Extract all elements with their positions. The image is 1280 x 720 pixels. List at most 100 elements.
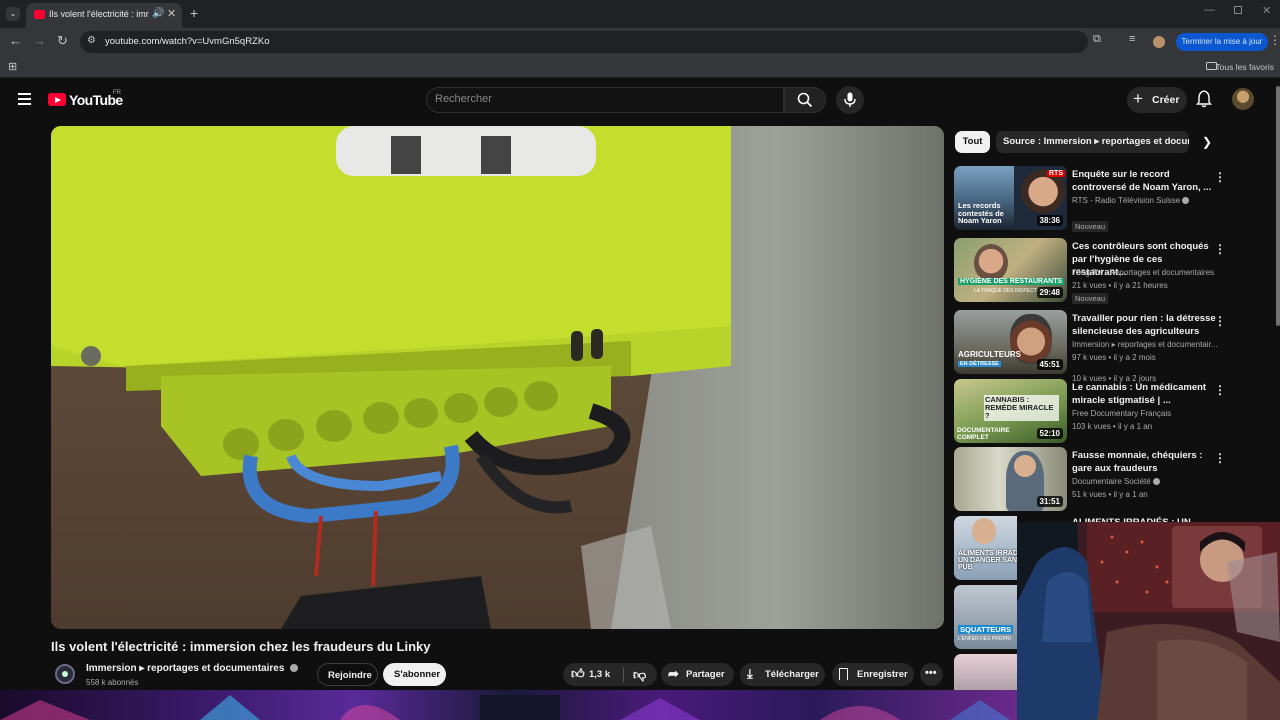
- window-close-icon[interactable]: ✕: [1262, 4, 1271, 17]
- extensions-icon[interactable]: ⧉: [1093, 33, 1101, 46]
- reload-icon[interactable]: ↻: [57, 33, 68, 49]
- profile-avatar[interactable]: [1153, 36, 1165, 48]
- hamburger-menu-icon[interactable]: [18, 93, 31, 105]
- more-options-icon[interactable]: ⋮: [1214, 170, 1226, 184]
- thumb-subtext: DOCUMENTAIRE COMPLET: [957, 427, 1010, 441]
- tab-title: Ils volent l'électricité : imme: [49, 9, 149, 19]
- menu-kebab-icon[interactable]: ⋮: [1269, 33, 1280, 47]
- recommendation-channel[interactable]: Immersion ▸ reportages et documentair...: [1072, 340, 1227, 349]
- create-label: Créer: [1152, 94, 1180, 106]
- more-options-icon[interactable]: ⋮: [1214, 383, 1226, 397]
- subscribe-label: S'abonner: [394, 669, 441, 680]
- new-badge: Nouveau: [1072, 221, 1109, 232]
- duration-badge: 45:51: [1036, 359, 1063, 370]
- recommendation-channel[interactable]: RTS - Radio Télévision Suisse: [1072, 196, 1227, 205]
- chips-next-icon[interactable]: ❯: [1202, 135, 1212, 149]
- video-thumbnail[interactable]: RTS Les records contestés de Noam Yaron …: [954, 166, 1067, 230]
- back-icon[interactable]: ←: [9, 33, 22, 48]
- like-divider: [623, 667, 624, 682]
- tab-close-icon[interactable]: ✕: [167, 7, 176, 20]
- account-avatar[interactable]: [1232, 88, 1254, 110]
- thumb-subtext: EN DÉTRESSE: [958, 361, 1001, 367]
- recommendation-title[interactable]: Fausse monnaie, chéquiers : gare aux fra…: [1072, 449, 1217, 475]
- thumb-subtext: L'ENFER DES PROPRI: [958, 636, 1011, 642]
- address-bar[interactable]: ⚙ youtube.com/watch?v=UvmGn5qRZKo: [80, 31, 1088, 53]
- video-thumbnail[interactable]: 31:51: [954, 447, 1067, 511]
- recommendation-meta: 21 k vues • il y a 21 heures: [1072, 281, 1168, 290]
- recommendation-channel[interactable]: Free Documentary Français: [1072, 409, 1227, 418]
- video-thumbnail[interactable]: AGRICULTEURS EN DÉTRESSE 45:51: [954, 310, 1067, 374]
- channel-avatar[interactable]: [55, 664, 75, 684]
- recommendation-title[interactable]: Le cannabis : Un médicament miracle stig…: [1072, 381, 1217, 407]
- sidebar-scrollbar[interactable]: [1276, 86, 1280, 326]
- video-thumbnail[interactable]: [954, 654, 1017, 690]
- save-button[interactable]: Enregistrer: [832, 663, 914, 686]
- recommendation-item[interactable]: 31:51 Fausse monnaie, chéquiers : gare a…: [954, 447, 1274, 511]
- recommendation-item[interactable]: CANNABIS : REMÈDE MIRACLE ? DOCUMENTAIRE…: [954, 379, 1274, 443]
- recommendation-item[interactable]: RTS Les records contestés de Noam Yaron …: [954, 166, 1274, 383]
- voice-search-button[interactable]: [836, 86, 864, 114]
- search-input[interactable]: [435, 93, 765, 105]
- share-icon: ➦: [668, 666, 679, 681]
- notifications-bell-icon[interactable]: [1196, 90, 1212, 108]
- region-code: FR: [113, 90, 121, 96]
- youtube-logo-icon[interactable]: [48, 93, 66, 106]
- minimize-icon[interactable]: —: [1204, 4, 1215, 16]
- download-button[interactable]: ⤓ Télécharger: [740, 663, 825, 686]
- reading-list-icon[interactable]: ≡: [1129, 33, 1135, 45]
- recommendation-meta: 51 k vues • il y a 1 an: [1072, 490, 1148, 499]
- video-thumbnail[interactable]: ALIMENTS IRRADIÉS UN DANGER SANTÉ PUB: [954, 516, 1017, 580]
- audio-playing-icon[interactable]: 🔊: [152, 8, 164, 19]
- site-info-icon[interactable]: ⚙: [87, 35, 96, 46]
- all-bookmarks-label[interactable]: Tous les favoris: [1215, 62, 1274, 72]
- new-tab-icon[interactable]: +: [190, 5, 198, 21]
- webcam-overlay: [1017, 522, 1280, 720]
- video-player[interactable]: [51, 126, 944, 629]
- channel-name[interactable]: Immersion ▸ reportages et documentaires: [86, 663, 299, 674]
- like-button[interactable]: 👍︎ 1,3 k: [563, 663, 621, 686]
- search-button[interactable]: [784, 87, 826, 113]
- thumb-text: CANNABIS : REMÈDE MIRACLE ?: [984, 395, 1059, 421]
- tab-search-icon[interactable]: ⌄: [6, 7, 20, 21]
- chip-all[interactable]: Tout: [955, 131, 990, 153]
- restore-icon[interactable]: [1234, 6, 1242, 14]
- save-label: Enregistrer: [857, 669, 908, 680]
- browser-tab[interactable]: Ils volent l'électricité : imme 🔊 ✕: [26, 3, 182, 28]
- recommendation-title[interactable]: Travailler pour rien : la détresse silen…: [1072, 312, 1217, 338]
- download-icon: ⤓: [747, 666, 753, 681]
- forward-icon[interactable]: →: [33, 33, 46, 48]
- youtube-favicon-icon: [34, 10, 45, 19]
- video-title: Ils volent l'électricité : immersion che…: [51, 639, 431, 654]
- video-thumbnail[interactable]: CANNABIS : REMÈDE MIRACLE ? DOCUMENTAIRE…: [954, 379, 1067, 443]
- thumb-text: ALIMENTS IRRADIÉS UN DANGER SANTÉ PUB: [958, 550, 1017, 571]
- subscribe-button[interactable]: S'abonner: [383, 663, 446, 686]
- more-options-icon[interactable]: ⋮: [1214, 242, 1226, 256]
- share-button[interactable]: ➦ Partager: [661, 663, 734, 686]
- update-button[interactable]: Terminer la mise à jour: [1176, 33, 1268, 51]
- more-options-icon[interactable]: ⋮: [1214, 451, 1226, 465]
- chip-source[interactable]: Source : Immersion ▸ reportages et docum…: [996, 131, 1189, 153]
- more-actions-button[interactable]: •••: [920, 663, 943, 686]
- recommendation-item[interactable]: AGRICULTEURS EN DÉTRESSE 45:51 Travaille…: [954, 310, 1274, 374]
- recommendation-title[interactable]: Enquête sur le record controversé de Noa…: [1072, 168, 1217, 194]
- verified-icon: [1152, 478, 1160, 486]
- apps-grid-icon[interactable]: ⊞: [8, 60, 17, 73]
- channel-name-text: Immersion ▸ reportages et documentaires: [86, 663, 285, 674]
- search-box[interactable]: [426, 87, 784, 113]
- recommendation-item[interactable]: HYGIÈNE DES RESTAURANTS LA TRAQUE DES IN…: [954, 238, 1274, 304]
- join-button[interactable]: Rejoindre: [317, 663, 378, 686]
- dislike-button[interactable]: 👎︎: [625, 663, 657, 686]
- recommendation-meta: 97 k vues • il y a 2 mois: [1072, 353, 1156, 362]
- video-thumbnail[interactable]: HYGIÈNE DES RESTAURANTS LA TRAQUE DES IN…: [954, 238, 1067, 302]
- stream-overlay-band: [0, 690, 1017, 720]
- duration-badge: 52:10: [1036, 428, 1063, 439]
- microphone-icon: [844, 92, 856, 107]
- like-dislike-group: 👍︎ 1,3 k 👎︎: [563, 663, 657, 686]
- recommendation-channel[interactable]: 750g TV - Reportages et documentaires: [1072, 268, 1227, 277]
- create-button[interactable]: + Créer: [1127, 87, 1187, 113]
- recommendation-channel[interactable]: Documentaire Société: [1072, 477, 1227, 486]
- verified-icon: [290, 664, 299, 673]
- stream-overlay-art: [0, 695, 1010, 720]
- more-options-icon[interactable]: ⋮: [1214, 314, 1226, 328]
- video-thumbnail[interactable]: SQUATTEURS L'ENFER DES PROPRI: [954, 585, 1017, 649]
